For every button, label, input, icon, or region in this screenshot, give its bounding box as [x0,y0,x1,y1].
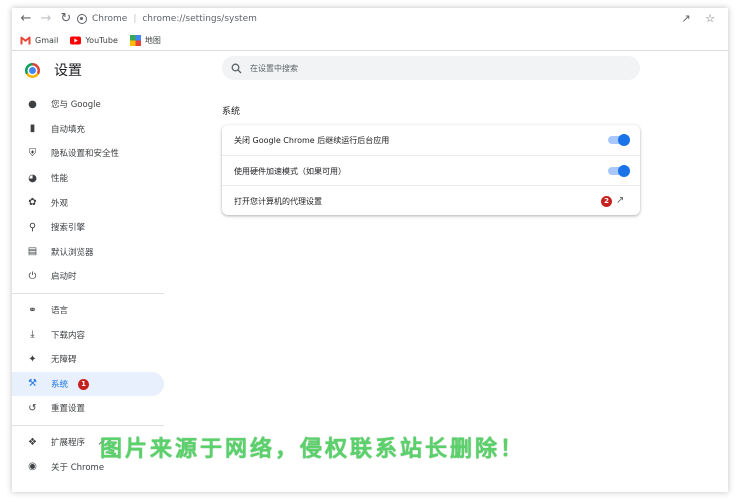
sidebar-item-label: 扩展程序 [51,438,86,449]
sidebar-item-label: 无障碍 [51,355,77,366]
sidebar-item-search-engine[interactable]: ⚲ 搜索引擎 [12,215,164,240]
sidebar-item-label: 启动时 [51,272,77,283]
shield-icon: ⛨ [28,147,37,159]
annotation-badge: 2 [601,196,612,207]
sidebar-nav: ● 您与 Google ▮ 自动填充 ⛨ 隐私设置和安全性 ◕ 性能 ✿ 外观 … [12,92,164,479]
star-icon[interactable]: ☆ [703,12,717,26]
sidebar-item-label: 搜索引擎 [51,223,86,234]
reload-icon[interactable]: ↻ [58,11,74,27]
setting-label: 使用硬件加速模式（如果可用） [234,166,346,176]
back-arrow-icon[interactable]: ← [18,11,34,27]
bookmark-youtube[interactable]: YouTube [70,36,118,45]
speedometer-icon: ◕ [28,172,37,184]
url-text: chrome://settings/system [142,14,257,24]
power-icon: ⏻ [28,270,37,282]
sidebar-divider [12,292,164,294]
hardware-acceleration-toggle[interactable] [608,165,630,177]
sidebar-item-label: 外观 [51,198,69,209]
puzzle-icon: ❖ [28,436,37,448]
bookmark-maps[interactable]: 地图 [129,34,161,46]
sidebar-item-label: 关于 Chrome [51,462,105,473]
search-placeholder: 在设置中搜索 [250,63,298,73]
browser-toolbar: ← → ↻ Chrome | chrome://settings/system … [12,8,728,30]
sidebar-item-label: 性能 [51,174,69,185]
setting-row-proxy[interactable]: 打开您计算机的代理设置 2 ↗ [222,185,640,216]
sidebar-item-performance[interactable]: ◕ 性能 [12,166,164,191]
accessibility-icon: ✦ [28,353,37,365]
setting-row-background-apps: 关闭 Google Chrome 后继续运行后台应用 [222,125,640,155]
sidebar-item-languages[interactable]: ⚭ 语言 [12,298,164,323]
gmail-icon [20,36,31,44]
forward-arrow-icon[interactable]: → [38,11,54,27]
search-icon [231,63,242,73]
sidebar-item-label: 系统 [51,379,69,390]
sidebar-item-reset-settings[interactable]: ↺ 重置设置 [12,396,164,421]
restore-icon: ↺ [28,402,37,414]
browser-icon: ▤ [27,246,38,258]
sidebar-item-on-startup[interactable]: ⏻ 启动时 [12,264,164,289]
background-apps-toggle[interactable] [608,134,630,146]
section-title: 系统 [222,107,241,117]
setting-label: 打开您计算机的代理设置 [234,196,322,206]
person-icon: ● [28,98,37,110]
chrome-logo-icon [25,62,40,78]
bookmark-label: YouTube [85,35,118,45]
sidebar-item-privacy[interactable]: ⛨ 隐私设置和安全性 [12,141,164,166]
sidebar-item-label: 您与 Google [51,100,101,111]
sidebar-item-you-and-google[interactable]: ● 您与 Google [12,92,164,117]
share-icon[interactable]: ↗ [679,12,693,26]
sidebar-item-autofill[interactable]: ▮ 自动填充 [12,117,164,142]
page-title: 设置 [54,63,82,79]
download-icon: ⤓ [30,329,35,341]
chrome-icon: ◉ [28,461,37,473]
sidebar-item-accessibility[interactable]: ✦ 无障碍 [12,347,164,372]
clipboard-icon: ▮ [29,123,36,135]
youtube-icon [70,36,82,44]
address-bar[interactable]: Chrome | chrome://settings/system ↗ ☆ [77,9,717,29]
chrome-site-icon [77,14,87,24]
sidebar-item-label: 默认浏览器 [51,247,94,258]
sidebar-item-default-browser[interactable]: ▤ 默认浏览器 [12,240,164,265]
sidebar-item-label: 自动填充 [51,124,86,135]
bookmark-gmail[interactable]: Gmail [20,36,58,45]
bookmark-label: Gmail [35,35,59,45]
wrench-icon: ⚒ [28,378,37,390]
settings-header: 设置 [25,60,82,80]
settings-search-input[interactable]: 在设置中搜索 [222,56,640,80]
sidebar-item-label: 下载内容 [51,330,86,341]
bookmarks-bar: Gmail YouTube 地图 [12,30,728,51]
annotation-badge: 1 [78,378,89,390]
system-settings-card: 关闭 Google Chrome 后继续运行后台应用 使用硬件加速模式（如果可用… [222,125,640,215]
sidebar-item-appearance[interactable]: ✿ 外观 [12,190,164,215]
sidebar-item-system[interactable]: ⚒ 系统 1 [12,371,164,397]
sidebar-item-label: 隐私设置和安全性 [51,149,120,160]
palette-icon: ✿ [28,197,37,209]
maps-icon [129,34,141,46]
bookmark-label: 地图 [144,35,161,45]
sidebar-item-label: 重置设置 [51,404,86,415]
external-link-icon[interactable]: ↗ [616,195,627,206]
watermark-text: 图片来源于网络，侵权联系站长删除！ [100,437,526,462]
site-name: Chrome [92,14,128,24]
sidebar-item-downloads[interactable]: ⤓ 下载内容 [12,322,164,347]
browser-window: ← → ↻ Chrome | chrome://settings/system … [12,8,728,492]
globe-icon: ⚭ [28,304,37,316]
setting-row-hardware-acceleration: 使用硬件加速模式（如果可用） [222,155,640,186]
sidebar-item-label: 语言 [51,306,69,317]
setting-label: 关闭 Google Chrome 后继续运行后台应用 [234,135,390,145]
search-icon: ⚲ [28,221,37,233]
sidebar-divider [12,424,164,426]
